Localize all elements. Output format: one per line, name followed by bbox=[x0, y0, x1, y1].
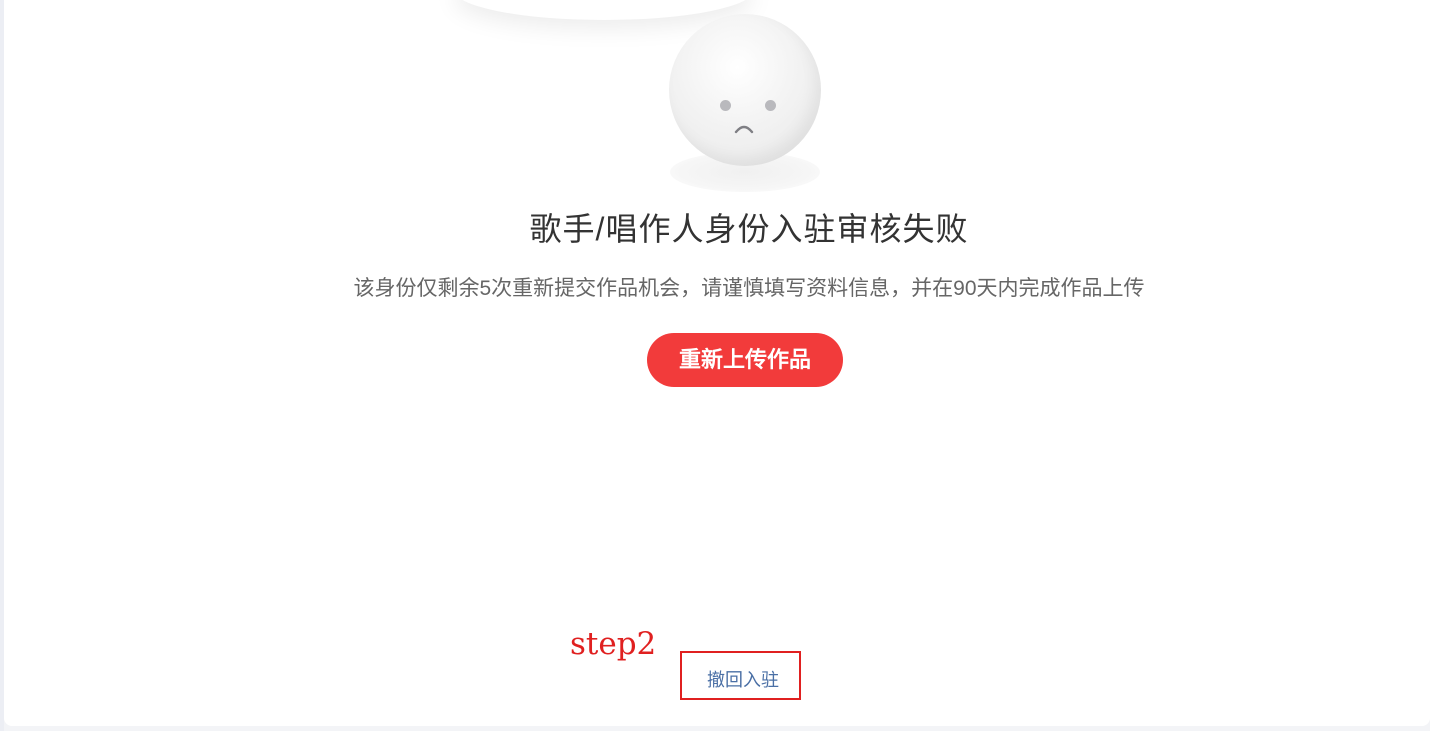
sad-face-icon bbox=[662, 12, 826, 192]
status-message: 该身份仅剩余5次重新提交作品机会，请谨慎填写资料信息，并在90天内完成作品上传 bbox=[353, 277, 1145, 300]
right-eye bbox=[765, 100, 776, 111]
reupload-works-button[interactable]: 重新上传作品 bbox=[647, 333, 843, 387]
left-eye bbox=[720, 100, 731, 111]
page-title: 歌手/唱作人身份入驻审核失败 bbox=[529, 211, 969, 247]
withdraw-settlement-link[interactable]: 撤回入驻 bbox=[685, 666, 801, 692]
annotation-step-label: step2 bbox=[570, 626, 657, 662]
frown-mouth bbox=[734, 125, 754, 134]
face-circle bbox=[669, 14, 821, 166]
status-card: 歌手/唱作人身份入驻审核失败 该身份仅剩余5次重新提交作品机会，请谨慎填写资料信… bbox=[4, 0, 1430, 726]
